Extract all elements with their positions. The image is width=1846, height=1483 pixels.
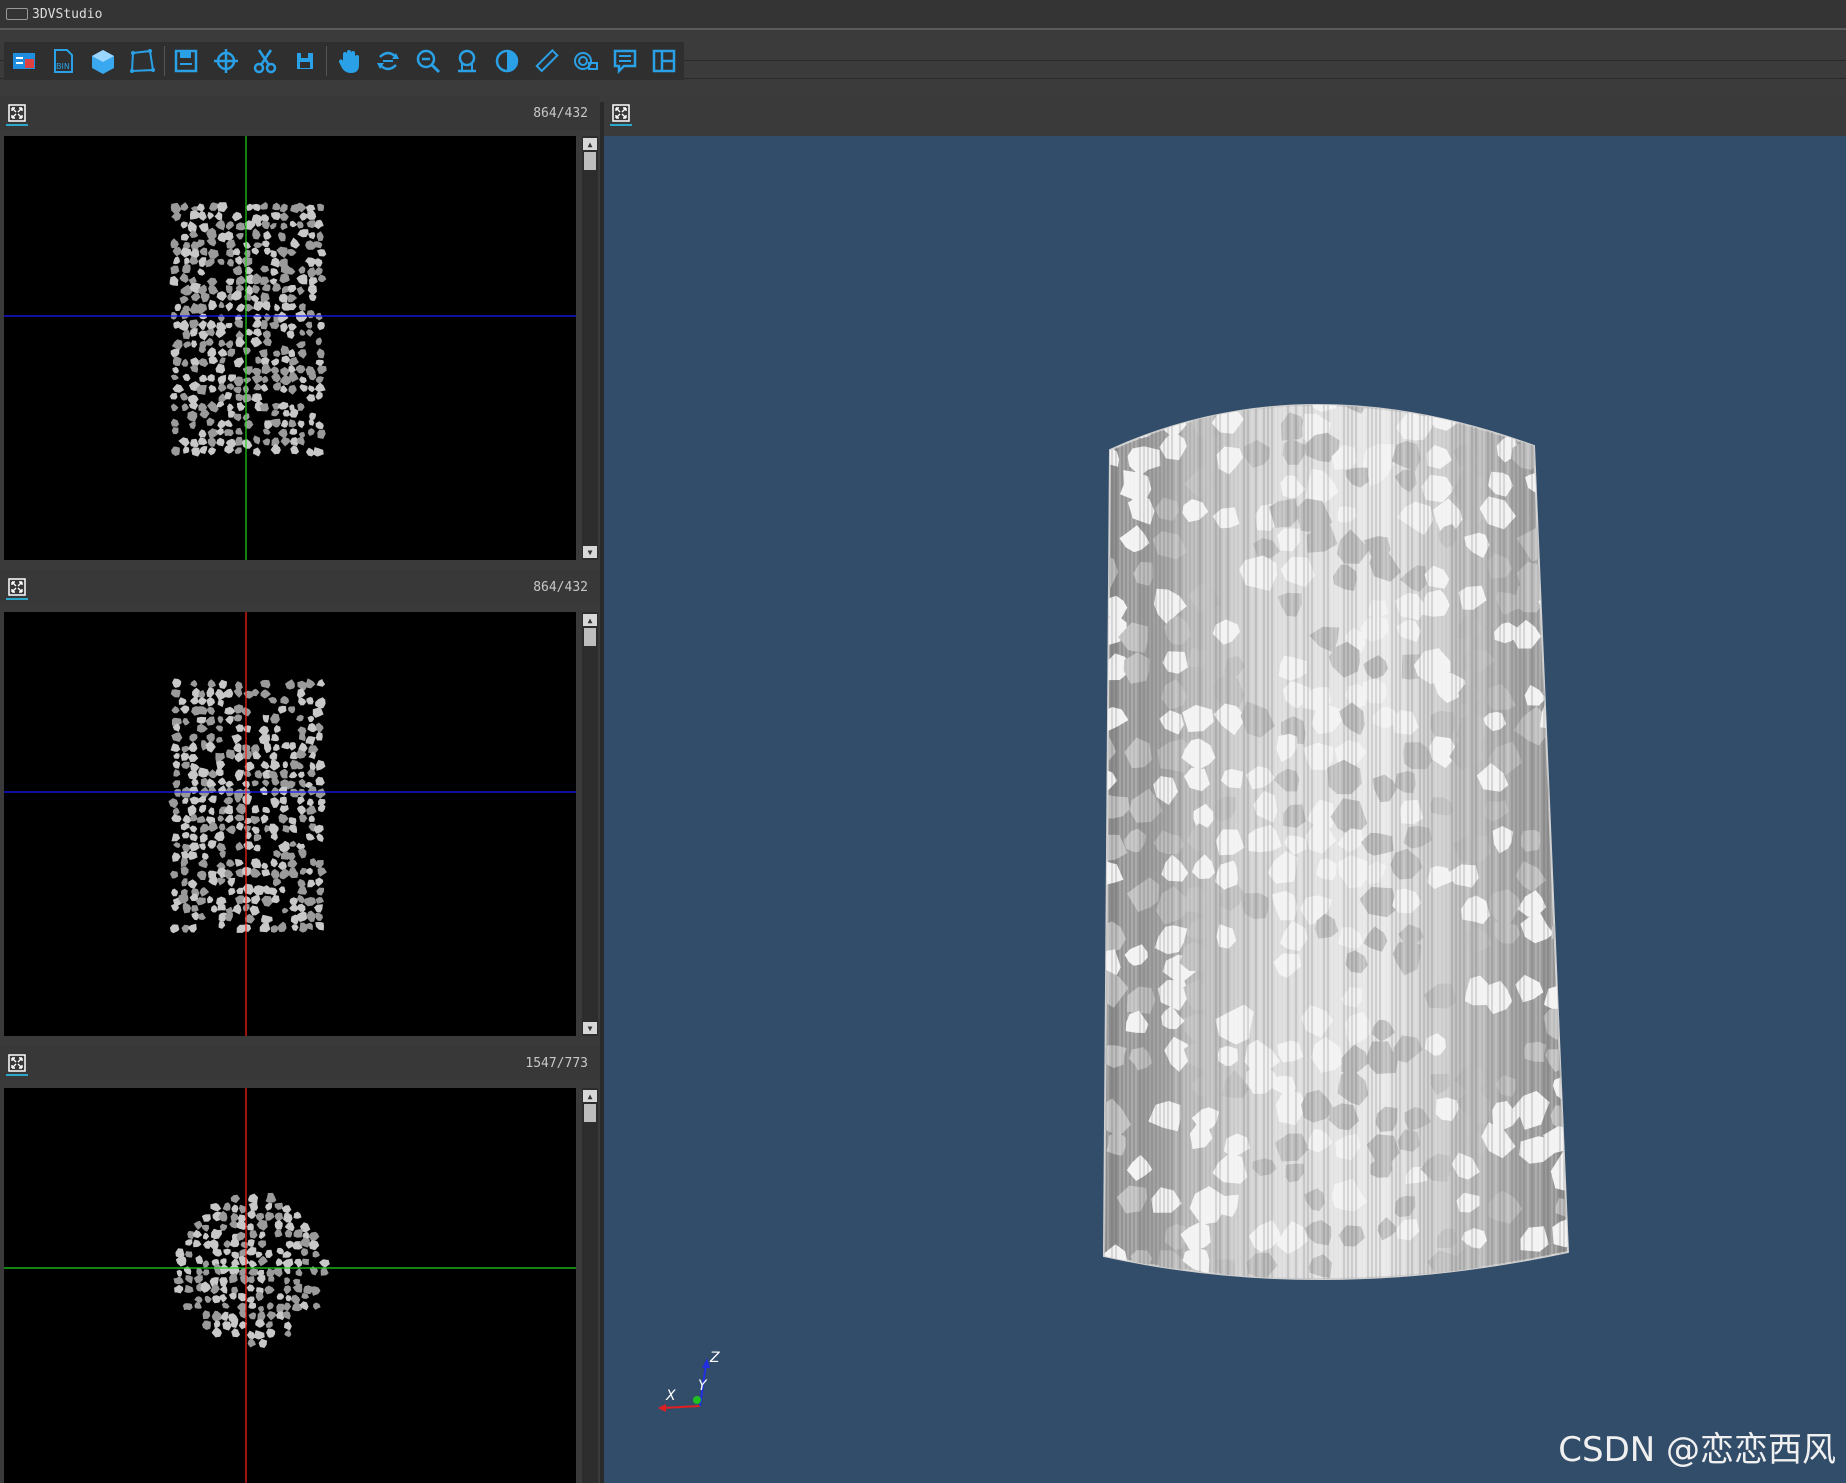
zoom-out-button[interactable] <box>410 44 445 78</box>
title-bar: 3DVStudio <box>0 0 1846 30</box>
save-button[interactable] <box>169 44 204 78</box>
bin-file-icon: BIN <box>54 49 74 73</box>
pan-hand-button[interactable] <box>331 44 366 78</box>
crosshair-button[interactable] <box>208 44 243 78</box>
contrast-button[interactable] <box>489 44 524 78</box>
slice-scrollbar-1[interactable]: ▲ ▼ <box>582 136 598 560</box>
expand-icon <box>612 104 630 122</box>
slice-index: 864/432 <box>533 106 588 121</box>
3d-viewport[interactable]: X Y Z CSDN @恋恋西风 <box>604 136 1846 1483</box>
cube-icon <box>91 50 114 74</box>
ruler-icon <box>535 48 559 73</box>
rendered-cylinder <box>1102 404 1570 1280</box>
ruler-button[interactable] <box>528 44 563 78</box>
rotate-button[interactable] <box>371 44 406 78</box>
slice-index: 864/432 <box>533 580 588 595</box>
slice-panel-header-2: 864/432 <box>0 570 600 604</box>
open-project-icon <box>12 53 35 69</box>
orientation-axes: X Y Z <box>654 1346 734 1426</box>
scissors-icon <box>253 49 277 74</box>
main-toolbar: BIN <box>4 42 684 80</box>
zoom-out-icon <box>416 49 440 74</box>
comment-icon <box>613 49 637 75</box>
app-icon <box>6 8 28 20</box>
layout-icon <box>652 49 676 73</box>
expand-icon <box>8 104 26 122</box>
expand-3d-view-button[interactable] <box>610 102 632 126</box>
open-project-button[interactable] <box>6 44 41 78</box>
z-axis-label: Z <box>709 1350 720 1366</box>
expand-view-button[interactable] <box>6 102 28 126</box>
comment-button[interactable] <box>607 44 642 78</box>
expand-view-button[interactable] <box>6 1052 28 1076</box>
expand-icon <box>8 578 26 596</box>
slice-view-2[interactable] <box>4 612 576 1036</box>
expand-view-button[interactable] <box>6 576 28 600</box>
scroll-up-arrow[interactable]: ▲ <box>583 138 597 150</box>
pan-hand-icon <box>338 50 359 73</box>
slice-scrollbar-2[interactable]: ▲ ▼ <box>582 612 598 1036</box>
expand-icon <box>8 1054 26 1072</box>
save-as-icon <box>296 53 313 69</box>
watermark: CSDN @恋恋西风 <box>1558 1430 1836 1470</box>
svg-text:BIN: BIN <box>56 62 70 71</box>
annotation-icon <box>574 52 599 70</box>
annotation-button[interactable] <box>568 44 603 78</box>
measure-button[interactable] <box>449 44 484 78</box>
scroll-up-arrow[interactable]: ▲ <box>583 1090 597 1102</box>
rotate-icon <box>377 51 400 71</box>
layout-button[interactable] <box>646 44 681 78</box>
save-as-button[interactable] <box>287 44 322 78</box>
save-icon <box>175 49 198 73</box>
x-axis-label: X <box>665 1388 676 1404</box>
toolbar-area: BIN <box>0 30 1846 102</box>
scroll-down-arrow[interactable]: ▼ <box>583 546 597 558</box>
scroll-thumb[interactable] <box>584 152 596 170</box>
polygon-select-button[interactable] <box>124 44 159 78</box>
polygon-select-icon <box>129 49 155 73</box>
slice-view-3[interactable] <box>4 1088 576 1483</box>
slice-panel-header-3: 1547/773 <box>0 1046 600 1080</box>
scroll-up-arrow[interactable]: ▲ <box>583 614 597 626</box>
crosshair-icon <box>213 49 238 73</box>
cube-button[interactable] <box>85 44 120 78</box>
slice-view-1[interactable] <box>4 136 576 560</box>
measure-icon <box>458 49 477 73</box>
scroll-down-arrow[interactable]: ▼ <box>583 1022 597 1034</box>
app-title: 3DVStudio <box>32 6 103 22</box>
slice-scrollbar-3[interactable]: ▲ <box>582 1088 598 1483</box>
y-axis-label: Y <box>698 1378 708 1394</box>
scroll-thumb[interactable] <box>584 628 596 646</box>
view3d-header <box>604 96 1846 136</box>
slice-panel-header-1: 864/432 <box>0 96 600 130</box>
scroll-thumb[interactable] <box>584 1104 596 1122</box>
scissors-button[interactable] <box>247 44 282 78</box>
bin-file-button[interactable]: BIN <box>45 44 80 78</box>
slice-index: 1547/773 <box>525 1056 588 1071</box>
contrast-icon <box>495 49 518 73</box>
